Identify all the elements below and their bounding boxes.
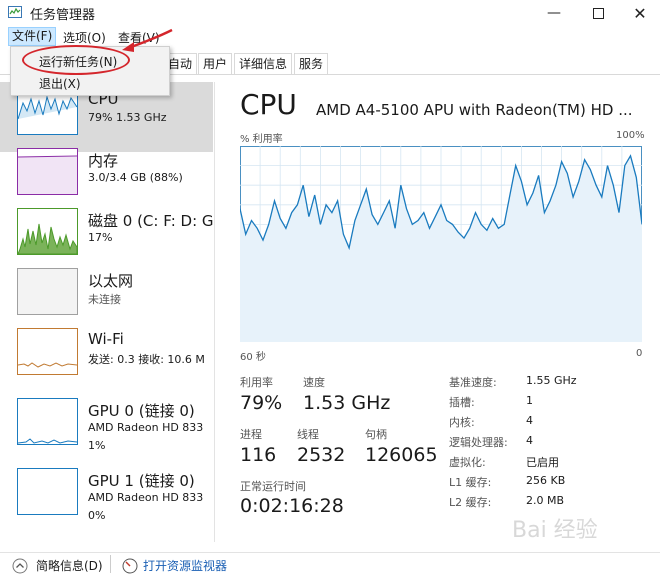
time-axis-label: 60 秒 — [240, 352, 266, 363]
gpu1-thumbnail — [17, 468, 78, 515]
zero-axis-label: 0 — [636, 348, 643, 359]
sidebar-disk-usage: 17% — [88, 231, 113, 244]
sidebar-gpu0-model: AMD Radeon HD 833 — [88, 421, 204, 434]
watermark-text: Bai 经验 — [512, 518, 598, 543]
sidebar-cpu-usage: 79% 1.53 GHz — [88, 111, 167, 124]
cpu-utilization-graph — [240, 146, 642, 342]
page-title: CPU — [240, 88, 297, 121]
cpu-model: AMD A4-5100 APU with Radeon(TM) HD ... — [316, 101, 633, 119]
logical-processors-value: 4 — [526, 434, 533, 447]
maximize-icon — [592, 7, 604, 19]
utilization-axis-label: % 利用率 — [240, 134, 283, 145]
cores-key: 内核: — [449, 416, 475, 429]
speed-label: 速度 — [303, 376, 325, 389]
handles-label: 句柄 — [365, 428, 387, 441]
sockets-key: 插槽: — [449, 396, 475, 409]
red-arrow-icon — [122, 28, 173, 52]
processes-value: 116 — [240, 444, 277, 466]
tab-details[interactable]: 详细信息 — [234, 53, 293, 74]
task-manager-icon — [8, 6, 22, 18]
red-highlight-circle — [22, 45, 130, 75]
uptime-value: 0:02:16:28 — [240, 495, 344, 517]
threads-label: 线程 — [297, 428, 319, 441]
utilization-label: 利用率 — [240, 376, 273, 389]
bottom-divider — [110, 555, 111, 573]
sidebar-memory-name: 内存 — [88, 152, 119, 170]
memory-thumbnail — [17, 148, 78, 195]
sidebar-gpu1-name: GPU 1 (链接 0) — [88, 472, 195, 490]
exit-item[interactable]: 退出(X) — [39, 75, 81, 92]
l1-cache-value: 256 KB — [526, 474, 566, 487]
wifi-thumbnail — [17, 328, 78, 375]
l2-cache-value: 2.0 MB — [526, 494, 565, 507]
virtualization-key: 虚拟化: — [449, 456, 486, 469]
ethernet-thumbnail — [17, 268, 78, 315]
base-speed-value: 1.55 GHz — [526, 374, 577, 387]
sidebar-ethernet-name: 以太网 — [88, 272, 134, 290]
menu-options[interactable]: 选项(O) — [60, 29, 109, 46]
sidebar-item-wifi[interactable]: Wi-Fi 发送: 0.3 接收: 10.6 M — [0, 322, 213, 392]
sidebar-gpu0-usage: 1% — [88, 439, 106, 452]
logical-processors-key: 逻辑处理器: — [449, 436, 508, 449]
maximize-button[interactable] — [578, 0, 618, 26]
uptime-label: 正常运行时间 — [240, 480, 306, 493]
sockets-value: 1 — [526, 394, 533, 407]
virtualization-value: 已启用 — [526, 456, 559, 469]
menu-file[interactable]: 文件(F) — [8, 27, 57, 46]
sidebar-wifi-name: Wi-Fi — [88, 330, 124, 348]
menu-bar: 文件(F) 选项(O) 查看(V) — [0, 27, 660, 47]
base-speed-key: 基准速度: — [449, 376, 497, 389]
performance-sidebar: CPU 79% 1.53 GHz 内存 3.0/3.4 GB (88%) 磁盘 … — [0, 82, 215, 542]
open-resource-monitor-link[interactable]: 打开资源监视器 — [143, 557, 227, 574]
sidebar-wifi-throughput: 发送: 0.3 接收: 10.6 M — [88, 353, 205, 366]
processes-label: 进程 — [240, 428, 262, 441]
sidebar-disk-name: 磁盘 0 (C: F: D: G — [88, 212, 214, 230]
window-title: 任务管理器 — [30, 8, 96, 23]
max-axis-label: 100% — [616, 130, 645, 141]
sidebar-gpu1-model: AMD Radeon HD 833 — [88, 491, 204, 504]
sidebar-gpu1-usage: 0% — [88, 509, 106, 522]
sidebar-gpu0-name: GPU 0 (链接 0) — [88, 402, 195, 420]
minimize-button[interactable]: — — [534, 0, 574, 26]
gpu0-thumbnail — [17, 398, 78, 445]
disk-thumbnail — [17, 208, 78, 255]
tab-users[interactable]: 用户 — [198, 53, 233, 74]
fewer-details-link[interactable]: 简略信息(D) — [36, 557, 103, 574]
tab-services[interactable]: 服务 — [294, 53, 329, 74]
title-bar: 任务管理器 — ✕ — [0, 0, 660, 26]
sidebar-ethernet-status: 未连接 — [88, 293, 121, 306]
handles-value: 126065 — [365, 444, 438, 466]
cores-value: 4 — [526, 414, 533, 427]
sidebar-item-gpu1[interactable]: GPU 1 (链接 0) AMD Radeon HD 833 0% — [0, 462, 213, 532]
l1-cache-key: L1 缓存: — [449, 476, 492, 489]
collapse-chevron-icon[interactable] — [12, 558, 28, 574]
sidebar-memory-usage: 3.0/3.4 GB (88%) — [88, 171, 183, 184]
sidebar-item-gpu0[interactable]: GPU 0 (链接 0) AMD Radeon HD 833 1% — [0, 392, 213, 462]
resource-monitor-icon — [122, 558, 138, 574]
speed-value: 1.53 GHz — [303, 392, 391, 414]
threads-value: 2532 — [297, 444, 346, 466]
utilization-value: 79% — [240, 392, 283, 414]
baidu-watermark: Bai 经验 — [512, 512, 632, 567]
l2-cache-key: L2 缓存: — [449, 496, 492, 509]
close-button[interactable]: ✕ — [620, 0, 660, 26]
